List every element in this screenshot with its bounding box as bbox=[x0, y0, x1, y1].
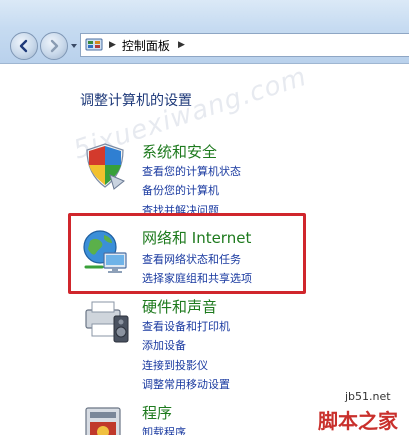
category-title-hardware-sound[interactable]: 硬件和声音 bbox=[142, 296, 217, 317]
site-domain: jb51.net bbox=[345, 390, 391, 403]
link-view-computer-status[interactable]: 查看您的计算机状态 bbox=[142, 163, 241, 179]
navigation-bar: ▶ 控制面板 ▶ bbox=[0, 0, 409, 64]
printer-speaker-icon[interactable] bbox=[80, 296, 130, 346]
control-panel-icon bbox=[85, 38, 103, 51]
link-backup-computer[interactable]: 备份您的计算机 bbox=[142, 182, 219, 198]
link-view-network-status[interactable]: 查看网络状态和任务 bbox=[142, 251, 241, 267]
recent-pages-dropdown-icon[interactable] bbox=[70, 42, 78, 50]
link-connect-projector[interactable]: 连接到投影仪 bbox=[142, 357, 208, 373]
content-area: 调整计算机的设置 5ixuexiwang.com 系统和安全 查看您的计算机状态… bbox=[0, 62, 409, 435]
breadcrumb-control-panel[interactable]: 控制面板 bbox=[122, 37, 170, 54]
link-homegroup-sharing[interactable]: 选择家庭组和共享选项 bbox=[142, 270, 252, 286]
link-mobility-settings[interactable]: 调整常用移动设置 bbox=[142, 376, 230, 392]
category-title-network-internet[interactable]: 网络和 Internet bbox=[142, 227, 251, 248]
link-add-device[interactable]: 添加设备 bbox=[142, 337, 186, 353]
category-title-programs[interactable]: 程序 bbox=[142, 402, 172, 423]
shield-icon[interactable] bbox=[80, 141, 130, 191]
breadcrumb-separator-icon[interactable]: ▶ bbox=[109, 40, 116, 50]
arrow-left-icon bbox=[19, 39, 28, 53]
arrow-right-icon bbox=[50, 39, 59, 53]
back-button[interactable] bbox=[10, 32, 38, 60]
link-devices-printers[interactable]: 查看设备和打印机 bbox=[142, 318, 230, 334]
category-title-system-security[interactable]: 系统和安全 bbox=[142, 141, 217, 162]
site-brand: 脚本之家 bbox=[318, 409, 398, 433]
network-globe-icon[interactable] bbox=[80, 227, 130, 277]
address-bar[interactable]: ▶ 控制面板 ▶ bbox=[80, 33, 409, 57]
breadcrumb-separator-icon[interactable]: ▶ bbox=[178, 40, 185, 50]
forward-button[interactable] bbox=[40, 32, 68, 60]
link-uninstall-program[interactable]: 卸载程序 bbox=[142, 424, 186, 435]
programs-icon[interactable] bbox=[80, 404, 130, 435]
